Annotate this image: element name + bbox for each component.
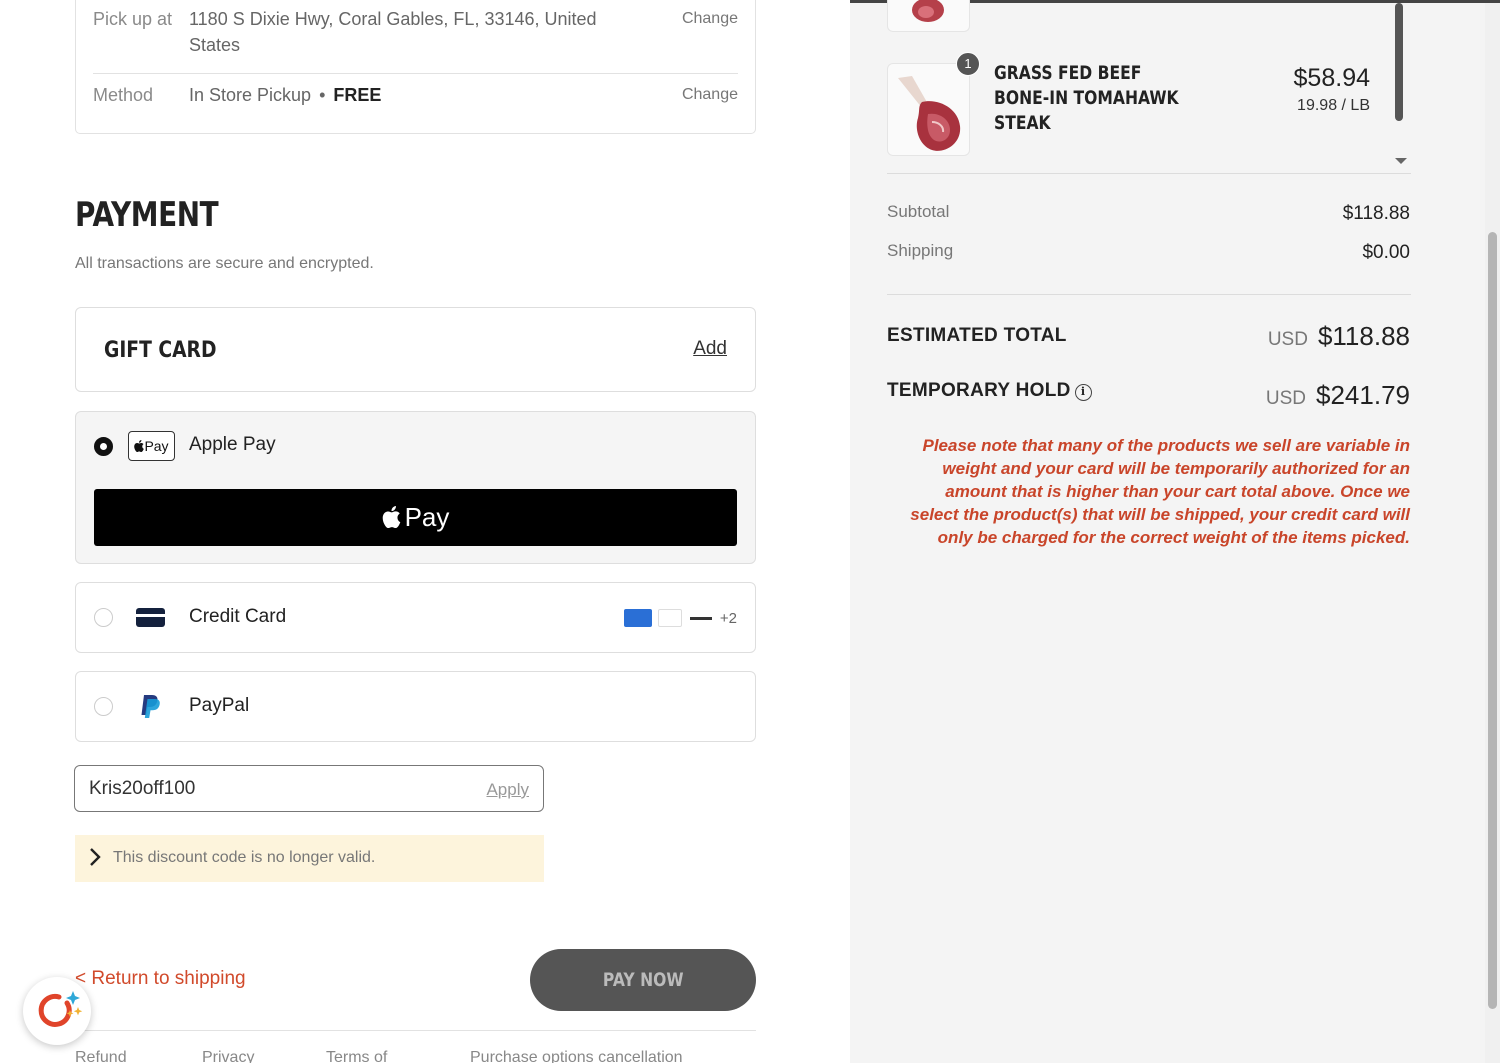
footer-divider: [75, 1030, 756, 1031]
payment-title: PAYMENT: [75, 195, 219, 235]
discount-warning-text: This discount code is no longer valid.: [113, 849, 376, 866]
method-label: Method: [93, 85, 154, 105]
apple-pay-badge: Pay: [128, 431, 175, 461]
pickup-row: Pick up at 1180 S Dixie Hwy, Coral Gable…: [93, 6, 738, 74]
apple-pay-badge-text: Pay: [144, 438, 169, 454]
payment-option-paypal[interactable]: PayPal: [75, 671, 756, 742]
info-icon[interactable]: i: [1074, 384, 1092, 401]
temporary-hold-label: TEMPORARY HOLD: [887, 380, 1071, 401]
cart-scrollbar[interactable]: [1395, 3, 1403, 121]
apple-pay-label: Apple Pay: [189, 434, 276, 455]
method-change-link[interactable]: Change: [682, 82, 738, 108]
scroll-down-arrow[interactable]: [1395, 158, 1407, 164]
paypal-radio[interactable]: [94, 697, 113, 716]
subtotal-label: Subtotal: [887, 202, 950, 221]
checkout-main: Pick up at 1180 S Dixie Hwy, Coral Gable…: [0, 0, 850, 1063]
gift-card-section: GIFT CARD Add: [75, 307, 756, 392]
shipping-review-box: Pick up at 1180 S Dixie Hwy, Coral Gable…: [75, 0, 756, 134]
paypal-icon: [141, 695, 160, 718]
assistant-button[interactable]: [23, 977, 91, 1045]
payment-subtitle: All transactions are secure and encrypte…: [75, 255, 374, 272]
footer-link-purchase-options[interactable]: Purchase options cancellation: [470, 1049, 683, 1063]
pay-now-label: PAY NOW: [602, 969, 684, 991]
method-row: Method In Store Pickup • FREE Change: [93, 74, 738, 118]
temporary-hold-note: Please note that many of the products we…: [910, 436, 1410, 547]
apple-pay-button[interactable]: Pay: [94, 489, 737, 546]
order-summary: 1 GRASS FED BEEF BONE-IN TOMAHAWK STEAK …: [850, 0, 1485, 1063]
discount-apply-button[interactable]: Apply: [486, 780, 529, 800]
credit-card-icon: [136, 608, 165, 627]
shipping-label: Shipping: [887, 241, 954, 260]
shipping-value: $0.00: [1362, 242, 1410, 263]
method-name: In Store Pickup: [189, 85, 312, 105]
summary-divider: [887, 294, 1411, 295]
product-thumbnail-previous: [887, 0, 970, 32]
assistant-icon: [38, 991, 83, 1027]
temporary-hold: TEMPORARY HOLD i: [887, 380, 1092, 402]
summary-divider: [887, 173, 1411, 174]
quantity-badge: 1: [956, 52, 980, 76]
credit-card-label: Credit Card: [189, 606, 287, 627]
pickup-address: 1180 S Dixie Hwy, Coral Gables, FL, 3314…: [189, 9, 597, 55]
method-price: FREE: [333, 85, 382, 105]
more-brands-count: +2: [719, 609, 737, 627]
page-scrollbar-thumb[interactable]: [1488, 232, 1497, 1009]
estimated-total-value: $118.88: [1317, 321, 1410, 351]
discount-code-field[interactable]: Kris20off100 Apply: [74, 765, 544, 812]
steak-image: [912, 0, 944, 22]
product-thumbnail: [887, 63, 970, 156]
footer-link-terms[interactable]: Terms of: [326, 1049, 387, 1063]
discount-warning: This discount code is no longer valid.: [75, 835, 544, 882]
diners-club-icon: [657, 609, 682, 627]
payment-option-apple-pay[interactable]: Pay Apple Pay Pay: [75, 411, 756, 564]
estimated-total-currency: USD: [1267, 329, 1308, 350]
amex-icon: [623, 609, 652, 627]
subtotal-value: $118.88: [1342, 203, 1410, 224]
paypal-label: PayPal: [189, 695, 250, 716]
gift-card-title: GIFT CARD: [104, 338, 217, 363]
apple-pay-radio[interactable]: [94, 437, 113, 456]
product-price: $58.94: [1293, 64, 1370, 92]
method-dot: •: [319, 85, 326, 105]
payment-option-credit-card[interactable]: Credit Card +2: [75, 582, 756, 653]
credit-card-radio[interactable]: [94, 608, 113, 627]
product-unit-price: 19.98 / LB: [1297, 97, 1370, 114]
estimated-total-label: ESTIMATED TOTAL: [887, 325, 1067, 346]
apple-pay-button-text: Pay: [404, 502, 450, 532]
pay-now-button[interactable]: PAY NOW: [530, 949, 756, 1011]
chevron-right-icon: [90, 848, 101, 866]
card-brands: +2: [623, 609, 737, 627]
temporary-hold-value: $241.79: [1316, 380, 1410, 410]
return-to-shipping-link[interactable]: < Return to shipping: [75, 968, 246, 990]
discover-icon: [687, 609, 714, 627]
product-name: GRASS FED BEEF BONE-IN TOMAHAWK STEAK: [994, 62, 1179, 134]
apple-logo-icon: [134, 440, 145, 453]
apple-logo-icon: [382, 506, 400, 528]
temporary-hold-currency: USD: [1265, 388, 1307, 409]
estimated-total: USD $118.88: [1268, 321, 1410, 352]
footer-link-privacy[interactable]: Privacy: [202, 1049, 254, 1063]
footer-link-refund[interactable]: Refund: [75, 1049, 127, 1063]
temporary-hold-amount: USD $241.79: [1266, 380, 1410, 411]
pickup-change-link[interactable]: Change: [682, 6, 738, 32]
discount-code-value[interactable]: Kris20off100: [89, 778, 195, 800]
steak-image: [898, 76, 961, 151]
gift-card-add-link[interactable]: Add: [693, 338, 727, 360]
pickup-label: Pick up at: [93, 9, 173, 29]
method-value: In Store Pickup • FREE: [189, 82, 639, 108]
